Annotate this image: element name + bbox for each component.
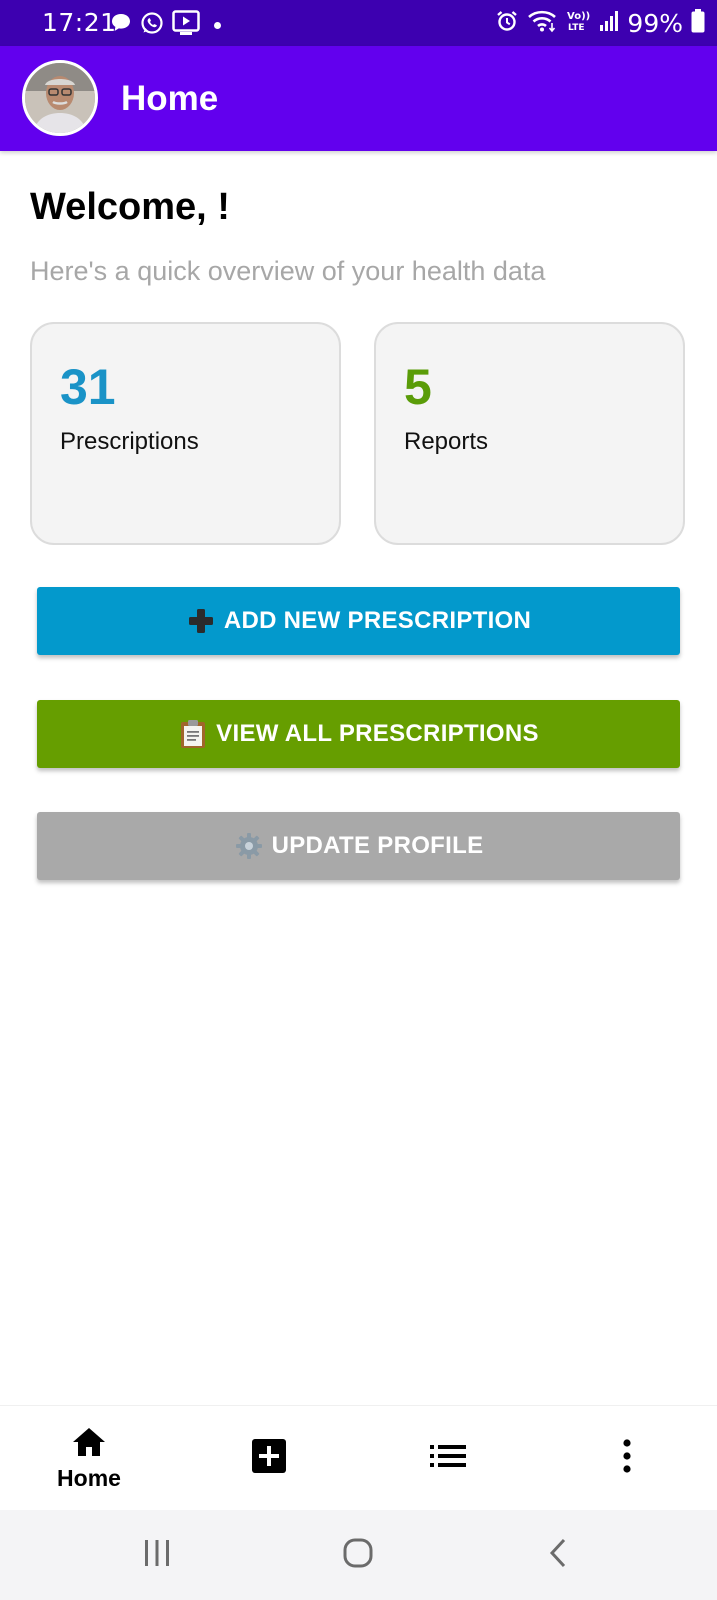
list-icon bbox=[430, 1444, 466, 1473]
nav-item-more[interactable] bbox=[567, 1406, 687, 1511]
status-left-icons bbox=[110, 10, 221, 41]
home-circle-icon bbox=[342, 1537, 374, 1574]
view-all-prescriptions-button[interactable]: VIEW ALL PRESCRIPTIONS bbox=[37, 700, 680, 768]
add-new-prescription-button[interactable]: ADD NEW PRESCRIPTION bbox=[37, 587, 680, 655]
notification-dot bbox=[214, 22, 221, 29]
nav-item-home[interactable]: Home bbox=[29, 1406, 149, 1511]
page-title: Home bbox=[121, 79, 219, 118]
avatar-photo bbox=[25, 63, 95, 133]
volte-icon: Vo)) LTE bbox=[565, 8, 591, 39]
reports-count: 5 bbox=[404, 359, 432, 415]
add-box-icon bbox=[251, 1438, 287, 1479]
prescriptions-label: Prescriptions bbox=[60, 428, 199, 455]
system-home-button[interactable] bbox=[333, 1532, 383, 1578]
signal-icon bbox=[599, 10, 619, 37]
nav-item-list[interactable] bbox=[388, 1406, 508, 1511]
battery-percentage: 99% bbox=[627, 9, 683, 38]
welcome-subtitle: Here's a quick overview of your health d… bbox=[30, 256, 546, 286]
status-bar: 17:21 Vo)) LTE 99% bbox=[0, 0, 717, 46]
chat-bubble-icon bbox=[110, 12, 132, 39]
status-time: 17:21 bbox=[42, 8, 117, 37]
update-profile-button[interactable]: UPDATE PROFILE bbox=[37, 812, 680, 880]
update-profile-label: UPDATE PROFILE bbox=[271, 832, 484, 859]
nav-item-add[interactable] bbox=[209, 1406, 329, 1511]
prescriptions-count: 31 bbox=[60, 359, 116, 415]
clipboard-icon bbox=[178, 719, 208, 749]
reports-stat-card[interactable]: 5 Reports bbox=[374, 322, 685, 545]
recents-button[interactable] bbox=[132, 1532, 182, 1578]
system-nav-bar bbox=[0, 1510, 717, 1600]
home-icon bbox=[71, 1426, 107, 1463]
prescriptions-stat-card[interactable]: 31 Prescriptions bbox=[30, 322, 341, 545]
bottom-nav: Home bbox=[0, 1405, 717, 1511]
whatsapp-icon bbox=[140, 11, 164, 40]
plus-icon bbox=[186, 606, 216, 636]
nav-item-home-label: Home bbox=[57, 1464, 121, 1491]
status-right-icons: Vo)) LTE 99% bbox=[495, 8, 705, 39]
reports-label: Reports bbox=[404, 428, 489, 455]
gear-icon bbox=[234, 831, 264, 861]
wifi-icon bbox=[527, 9, 557, 38]
more-vert-icon bbox=[622, 1439, 632, 1478]
back-button[interactable] bbox=[534, 1532, 584, 1578]
alarm-icon bbox=[495, 9, 519, 38]
battery-icon bbox=[691, 9, 705, 38]
recents-icon bbox=[141, 1538, 173, 1573]
add-new-prescription-label: ADD NEW PRESCRIPTION bbox=[223, 607, 532, 634]
welcome-heading: Welcome, ! bbox=[30, 186, 230, 228]
youtube-icon bbox=[172, 10, 200, 41]
svg-text:LTE: LTE bbox=[568, 23, 585, 33]
svg-text:Vo)): Vo)) bbox=[567, 11, 590, 22]
view-all-prescriptions-label: VIEW ALL PRESCRIPTIONS bbox=[216, 720, 539, 747]
app-bar: Home bbox=[0, 46, 717, 151]
avatar[interactable] bbox=[22, 60, 98, 136]
back-icon bbox=[547, 1537, 571, 1574]
